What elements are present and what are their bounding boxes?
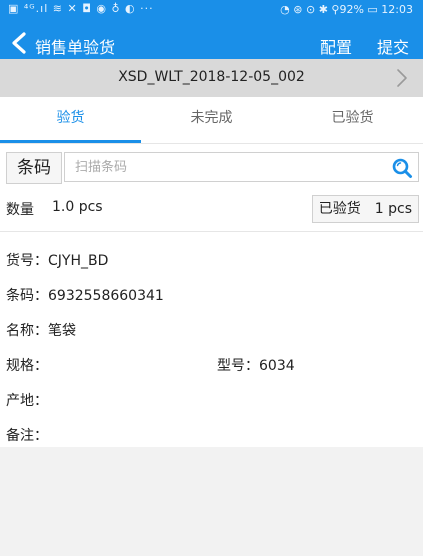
- tab-inspected[interactable]: 已验货: [282, 97, 423, 143]
- search-icon[interactable]: [391, 157, 413, 179]
- tab-bar: 验货 未完成 已验货: [0, 97, 423, 143]
- nav-bar: 销售单验货 配置 提交: [0, 26, 423, 59]
- document-bar[interactable]: XSD_WLT_2018-12-05_002: [0, 59, 423, 97]
- tab-inspect[interactable]: 验货: [0, 97, 141, 143]
- tab-incomplete-label: 未完成: [190, 110, 233, 126]
- detail-barcode-label: 条码：: [6, 288, 48, 304]
- status-right-info: ◔ ⊛ ⊙ ✱ ⚲92% ▭ 12:03: [280, 3, 413, 16]
- detail-name: 名称：笔袋: [6, 320, 76, 340]
- detail-remark-label: 备注：: [6, 428, 48, 444]
- checked-label: 已验货: [318, 201, 361, 217]
- submit-button[interactable]: 提交: [377, 34, 409, 58]
- barcode-input[interactable]: [69, 153, 385, 181]
- scan-row: 条码: [0, 143, 423, 190]
- detail-barcode-value: 6932558660341: [48, 288, 164, 304]
- detail-name-label: 名称：: [6, 323, 48, 339]
- quantity-row: 数量 1.0 pcs 已验货 1 pcs: [0, 189, 423, 232]
- detail-spec-label: 规格：: [6, 358, 48, 374]
- detail-model: 型号：6034: [217, 355, 295, 375]
- item-details: 货号：CJYH_BD 条码：6932558660341 名称：笔袋 规格： 型号…: [0, 232, 423, 447]
- detail-model-value: 6034: [259, 358, 295, 374]
- detail-item-no: 货号：CJYH_BD: [6, 250, 108, 270]
- config-button[interactable]: 配置: [320, 34, 352, 58]
- empty-area: [0, 447, 423, 556]
- checked-quantity-badge: 已验货 1 pcs: [311, 195, 419, 223]
- item-no-value: CJYH_BD: [48, 253, 109, 269]
- item-no-label: 货号：: [6, 253, 48, 269]
- checked-value: 1 pcs: [374, 201, 412, 217]
- page-title: 销售单验货: [35, 38, 116, 57]
- detail-origin: 产地：: [6, 390, 48, 410]
- status-bar: ▣ ⁴ᴳ.ıl ≋ ✕ ◘ ◉ ♁ ◐ ··· ◔ ⊛ ⊙ ✱ ⚲92% ▭ 1…: [0, 0, 423, 19]
- chevron-right-icon[interactable]: [395, 68, 409, 92]
- detail-spec: 规格：: [6, 355, 48, 375]
- quantity-label: 数量: [6, 202, 34, 218]
- status-left-icons: ▣ ⁴ᴳ.ıl ≋ ✕ ◘ ◉ ♁ ◐ ···: [8, 2, 154, 15]
- barcode-input-box: [64, 152, 419, 182]
- quantity-value: 1.0 pcs: [52, 199, 103, 215]
- barcode-label: 条码: [6, 152, 62, 184]
- app-header: ▣ ⁴ᴳ.ıl ≋ ✕ ◘ ◉ ♁ ◐ ··· ◔ ⊛ ⊙ ✱ ⚲92% ▭ 1…: [0, 0, 423, 59]
- tab-inspected-label: 已验货: [331, 110, 374, 126]
- tab-incomplete[interactable]: 未完成: [141, 97, 282, 143]
- detail-remark: 备注：: [6, 425, 48, 445]
- detail-origin-label: 产地：: [6, 393, 48, 409]
- tab-inspect-label: 验货: [56, 110, 85, 126]
- chevron-left-icon[interactable]: [9, 32, 31, 54]
- detail-barcode: 条码：6932558660341: [6, 285, 164, 305]
- detail-model-label: 型号：: [217, 358, 259, 374]
- document-number: XSD_WLT_2018-12-05_002: [118, 69, 305, 85]
- detail-name-value: 笔袋: [48, 323, 76, 339]
